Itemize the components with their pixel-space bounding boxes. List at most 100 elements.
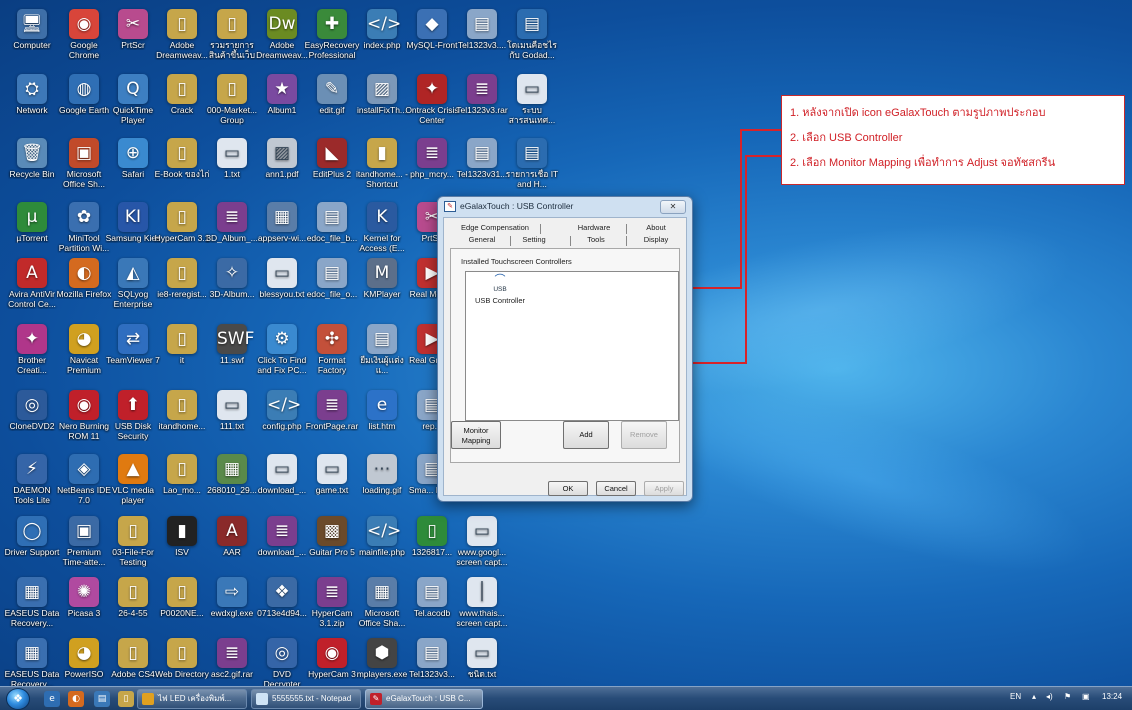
desktop-icon[interactable]: ▦ Microsoft Office Sha...: [354, 575, 410, 639]
desktop-icon[interactable]: ≣ HyperCam 3.1.zip: [304, 575, 360, 639]
desktop-icon[interactable]: ≣ download_...: [254, 514, 310, 578]
explorer-icon[interactable]: ▤: [94, 691, 110, 707]
desktop-icon[interactable]: K Kernel for Access (E...: [354, 200, 410, 264]
desktop-icon[interactable]: </> index.php: [354, 7, 410, 71]
desktop-icon[interactable]: ⬆ USB Disk Security: [105, 388, 161, 452]
ok-button[interactable]: OK: [548, 481, 588, 496]
apply-button[interactable]: Apply: [644, 481, 684, 496]
desktop-icon[interactable]: A AAR: [204, 514, 260, 578]
volume-icon[interactable]: ◂): [1046, 692, 1053, 701]
desktop-icon[interactable]: ▦ 268010_29...: [204, 452, 260, 516]
desktop-icon[interactable]: ▦ EASEUS Data Recovery...: [4, 575, 60, 639]
desktop-icon[interactable]: ▮ ISV: [154, 514, 210, 578]
desktop-icon[interactable]: ◎ CloneDVD2: [4, 388, 60, 452]
taskbar-window-2[interactable]: 5555555.txt - Notepad: [251, 689, 361, 709]
desktop-icon[interactable]: ▨ ann1.pdf: [254, 136, 310, 200]
desktop-icon[interactable]: 🖥 Computer: [4, 7, 60, 71]
desktop-icon[interactable]: M KMPlayer: [354, 256, 410, 320]
desktop-icon[interactable]: ◍ Google Earth: [56, 72, 112, 136]
desktop-icon[interactable]: │ www.thais... screen capt...: [454, 575, 510, 639]
desktop-icon[interactable]: ▯ it: [154, 322, 210, 386]
desktop-icon[interactable]: ◣ EditPlus 2: [304, 136, 360, 200]
desktop-icon[interactable]: ▯ 1326817...: [404, 514, 460, 578]
desktop-icon[interactable]: ⚡ DAEMON Tools Lite: [4, 452, 60, 516]
tab-edge-compensation[interactable]: Edge Compensation: [460, 222, 530, 234]
desktop-icon[interactable]: ✣ Format Factory: [304, 322, 360, 386]
desktop-icon[interactable]: ◉ Google Chrome: [56, 7, 112, 71]
desktop-icon[interactable]: Q QuickTime Player: [105, 72, 161, 136]
desktop-icon[interactable]: ✚ EasyRecovery Professional: [304, 7, 360, 71]
controllers-list[interactable]: ⌒ USB USB Controller: [465, 271, 679, 421]
desktop-icon[interactable]: ▯ 03-File-For Testing: [105, 514, 161, 578]
desktop-icon[interactable]: ▤ edoc_file_b...: [304, 200, 360, 264]
desktop-icon[interactable]: ✦ Brother Creati...: [4, 322, 60, 386]
folder-icon[interactable]: ▯: [118, 691, 134, 707]
cancel-button[interactable]: Cancel: [596, 481, 636, 496]
desktop-icon[interactable]: ✿ MiniTool Partition Wi...: [56, 200, 112, 264]
desktop-icon[interactable]: ▤ Tel.acodb: [404, 575, 460, 639]
desktop-icon[interactable]: ▦ appserv-wi...: [254, 200, 310, 264]
tab-setting[interactable]: Setting: [516, 234, 552, 246]
desktop-icon[interactable]: ▯ 000-Market... Group: [204, 72, 260, 136]
desktop-icon[interactable]: ≣ php_mcry...: [404, 136, 460, 200]
desktop-icon[interactable]: ✺ Picasa 3: [56, 575, 112, 639]
monitor-mapping-button[interactable]: Monitor Mapping: [451, 421, 501, 449]
desktop-icon[interactable]: ◕ Navicat Premium: [56, 322, 112, 386]
desktop-icon[interactable]: µ µTorrent: [4, 200, 60, 264]
desktop-icon[interactable]: SWF 11.swf: [204, 322, 260, 386]
desktop-icon[interactable]: 🗑 Recycle Bin: [4, 136, 60, 200]
desktop-icon[interactable]: ▭ blessyou.txt: [254, 256, 310, 320]
desktop-icon[interactable]: ▣ Microsoft Office Sh...: [56, 136, 112, 200]
desktop-icon[interactable]: ▯ Lao_mo...: [154, 452, 210, 516]
desktop-icon[interactable]: ✧ 3D-Album...: [204, 256, 260, 320]
desktop-icon[interactable]: ◈ NetBeans IDE 7.0: [56, 452, 112, 516]
desktop-icon[interactable]: A Avira AntiVir Control Ce...: [4, 256, 60, 320]
ie-icon[interactable]: e: [44, 691, 60, 707]
desktop-icon[interactable]: ✂ PrtScr: [105, 7, 161, 71]
desktop-icon[interactable]: ▯ HyperCam 3.1: [154, 200, 210, 264]
desktop-icon[interactable]: ▤ ยืมเงินผู้แต่งแ...: [354, 322, 410, 386]
desktop-icon[interactable]: ▯ E-Book ของไก่: [154, 136, 210, 200]
desktop-icon[interactable]: ⇄ TeamViewer 7: [105, 322, 161, 386]
desktop-icon[interactable]: ▩ Guitar Pro 5: [304, 514, 360, 578]
desktop-icon[interactable]: ▤ โดเมนคือชไรกับ Godad...: [504, 7, 560, 71]
egalax-dialog[interactable]: ✎ eGalaxTouch : USB Controller ✕ Edge Co…: [437, 196, 693, 502]
taskbar-window-1[interactable]: ไฟ LED เครื่องพิมพ์...: [137, 689, 247, 709]
desktop-icon[interactable]: Dw Adobe Dreamweav...: [254, 7, 310, 71]
desktop-icon[interactable]: </> config.php: [254, 388, 310, 452]
add-button[interactable]: Add: [563, 421, 609, 449]
desktop-icon[interactable]: ◆ MySQL-Front: [404, 7, 460, 71]
dialog-titlebar[interactable]: ✎ eGalaxTouch : USB Controller: [438, 197, 692, 216]
desktop-icon[interactable]: ◉ Nero Burning ROM 11: [56, 388, 112, 452]
start-button[interactable]: ❖: [6, 688, 30, 710]
tab-hardware[interactable]: Hardware: [574, 222, 614, 234]
desktop-icon[interactable]: ▲ VLC media player: [105, 452, 161, 516]
usb-controller-item[interactable]: ⌒ USB USB Controller: [470, 275, 530, 306]
tab-about[interactable]: About: [634, 222, 678, 234]
desktop-icon[interactable]: ⛭ Network: [4, 72, 60, 136]
desktop-icon[interactable]: ✦ Ontrack Crisis Center: [404, 72, 460, 136]
desktop-icon[interactable]: ▭ game.txt: [304, 452, 360, 516]
desktop-icon[interactable]: ▯ ie8-reregist...: [154, 256, 210, 320]
desktop-icon[interactable]: ⋯ loading.gif: [354, 452, 410, 516]
desktop-icon[interactable]: ▨ installFixTh...: [354, 72, 410, 136]
desktop-icon[interactable]: e list.htm: [354, 388, 410, 452]
desktop-icon[interactable]: ▭ ระบบ สารสนเทศ...: [504, 72, 560, 136]
desktop-icon[interactable]: </> mainfile.php: [354, 514, 410, 578]
desktop-icon[interactable]: ◐ Mozilla Firefox: [56, 256, 112, 320]
close-button[interactable]: ✕: [660, 200, 686, 214]
desktop-icon[interactable]: ◯ Driver Support: [4, 514, 60, 578]
desktop-icon[interactable]: ★ Album1: [254, 72, 310, 136]
remove-button[interactable]: Remove: [621, 421, 667, 449]
clock[interactable]: 13:24: [1102, 692, 1122, 701]
desktop-icon[interactable]: ▣ Premium Time-atte...: [56, 514, 112, 578]
desktop-icon[interactable]: ▯ itandhome...: [154, 388, 210, 452]
desktop-icon[interactable]: ▭ download_...: [254, 452, 310, 516]
tray-arrow-icon[interactable]: ▴: [1032, 692, 1036, 701]
network-icon[interactable]: ▣: [1082, 692, 1090, 701]
desktop-icon[interactable]: ▯ Adobe Dreamweav...: [154, 7, 210, 71]
desktop-icon[interactable]: ▤ รายการเชื่อ IT and H...: [504, 136, 560, 200]
flag-icon[interactable]: ⚑: [1064, 692, 1071, 701]
desktop-icon[interactable]: ▤ Tel1323v3....: [454, 7, 510, 71]
desktop-icon[interactable]: ▤ edoc_file_o...: [304, 256, 360, 320]
